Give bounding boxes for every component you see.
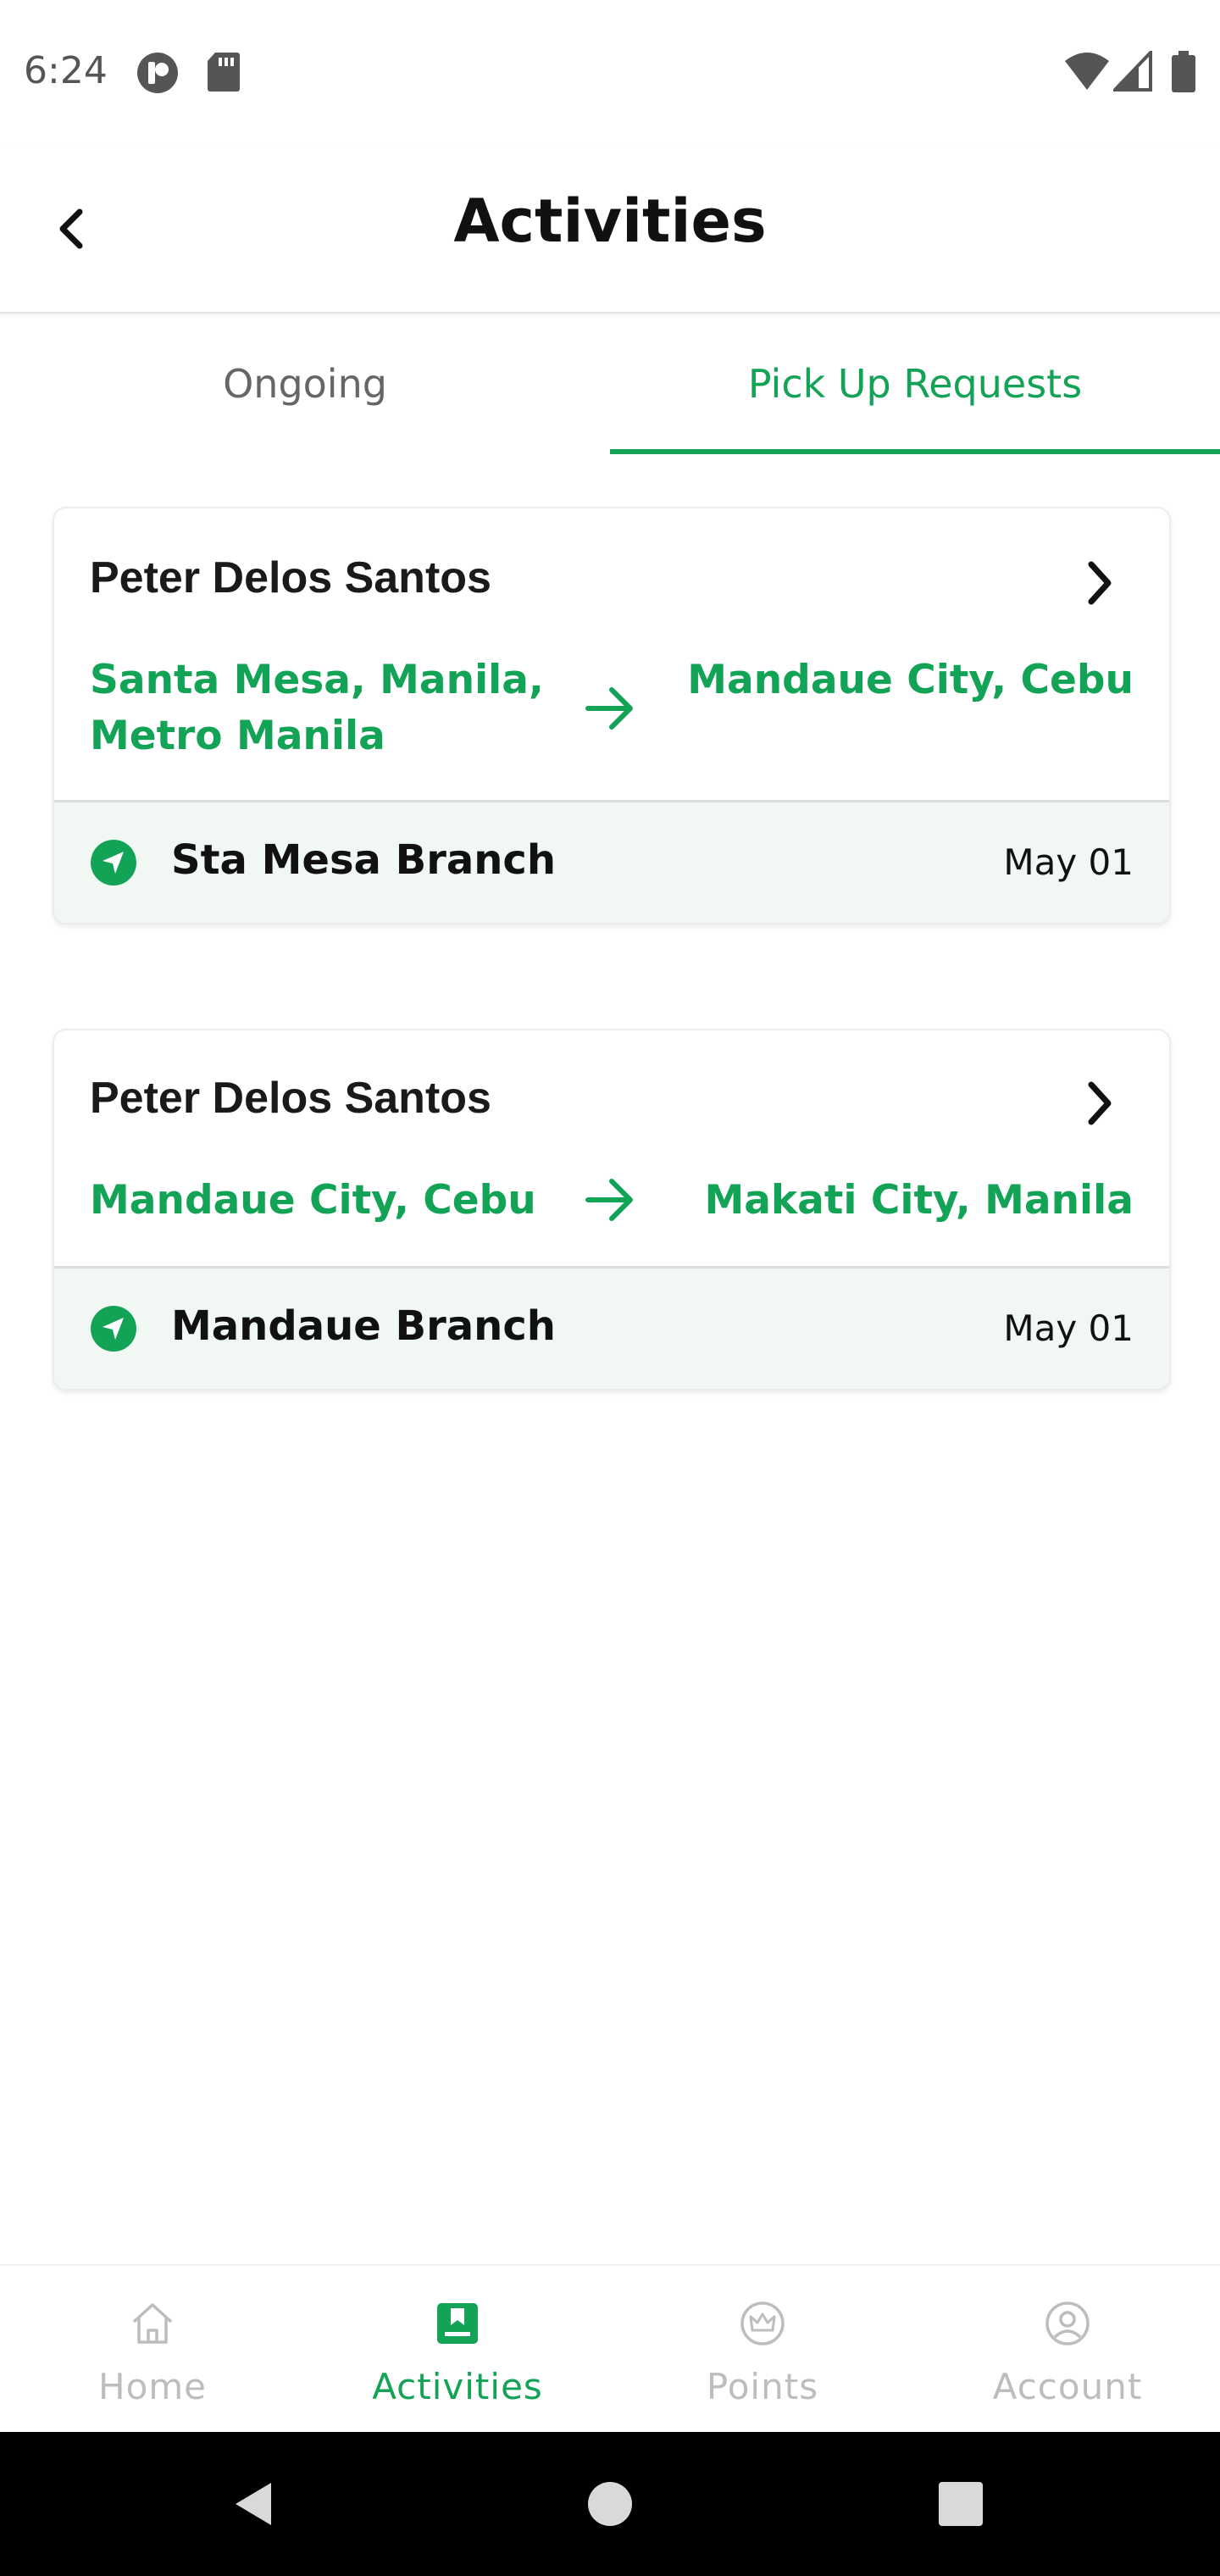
route-origin-line1: Mandaue City, Cebu (90, 1177, 536, 1224)
nav-account-label: Account (992, 2366, 1143, 2407)
tab-ongoing-label: Ongoing (223, 361, 387, 407)
activities-icon (437, 2303, 478, 2344)
active-tab-indicator (610, 449, 1220, 454)
chevron-right-icon (1088, 561, 1112, 605)
arrow-right-icon (585, 687, 633, 730)
navigation-arrow-icon (91, 840, 136, 886)
status-bar: 6:24 (0, 0, 1220, 144)
nav-activities-label: Activities (372, 2366, 543, 2407)
system-recents-icon[interactable] (935, 2479, 986, 2529)
card-body: Peter Delos Santos Santa Mesa, Manila, M… (54, 508, 1169, 800)
app-bar: Activities (0, 144, 1220, 314)
status-time: 6:24 (24, 49, 108, 92)
card-body: Peter Delos Santos Mandaue City, Cebu Ma… (54, 1030, 1169, 1266)
branch-name: Mandaue Branch (171, 1302, 556, 1350)
card-footer: Mandaue Branch May 01 (54, 1266, 1169, 1389)
wifi-icon (1065, 53, 1109, 90)
tab-pick-up-requests-label: Pick Up Requests (747, 361, 1083, 407)
route-origin-line2: Metro Manila (90, 713, 385, 759)
sd-card-icon (208, 53, 240, 92)
nav-home[interactable]: Home (0, 2266, 305, 2434)
nav-points[interactable]: Points (610, 2266, 915, 2434)
nav-activities[interactable]: Activities (305, 2266, 610, 2434)
arrow-right-icon (585, 1179, 633, 1221)
system-home-icon[interactable] (585, 2479, 635, 2529)
tab-ongoing[interactable]: Ongoing (0, 314, 610, 454)
crown-icon (740, 2301, 785, 2346)
request-date: May 01 (1003, 841, 1134, 883)
route-destination: Mandaue City, Cebu (687, 657, 1134, 703)
cellular-signal-icon (1113, 51, 1152, 92)
bottom-navigation: Home Activities Points Account (0, 2264, 1220, 2434)
pickup-request-card[interactable]: Peter Delos Santos Santa Mesa, Manila, M… (53, 507, 1171, 924)
route-origin-line1: Santa Mesa, Manila, (90, 657, 544, 703)
route-destination: Makati City, Manila (704, 1177, 1134, 1224)
customer-name: Peter Delos Santos (90, 1074, 491, 1123)
nav-home-label: Home (97, 2366, 208, 2407)
system-navigation-bar (0, 2432, 1220, 2576)
route-origin: Mandaue City, Cebu (90, 1173, 536, 1229)
system-back-icon[interactable] (229, 2479, 280, 2529)
navigation-arrow-icon (91, 1306, 136, 1352)
tab-pick-up-requests[interactable]: Pick Up Requests (610, 314, 1220, 454)
privacy-indicator-icon (137, 53, 178, 93)
account-icon (1045, 2301, 1090, 2346)
chevron-right-icon (1088, 1081, 1112, 1125)
nav-account[interactable]: Account (915, 2266, 1220, 2434)
route-origin: Santa Mesa, Manila, Metro Manila (90, 652, 544, 764)
battery-icon (1172, 51, 1195, 92)
request-date: May 01 (1003, 1307, 1134, 1349)
page-title: Activities (453, 186, 767, 256)
nav-points-label: Points (706, 2366, 819, 2407)
home-icon (132, 2303, 173, 2344)
pickup-request-card[interactable]: Peter Delos Santos Mandaue City, Cebu Ma… (53, 1029, 1171, 1391)
tab-bar: Ongoing Pick Up Requests (0, 314, 1220, 454)
branch-name: Sta Mesa Branch (171, 836, 557, 884)
customer-name: Peter Delos Santos (90, 553, 491, 602)
card-footer: Sta Mesa Branch May 01 (54, 800, 1169, 923)
